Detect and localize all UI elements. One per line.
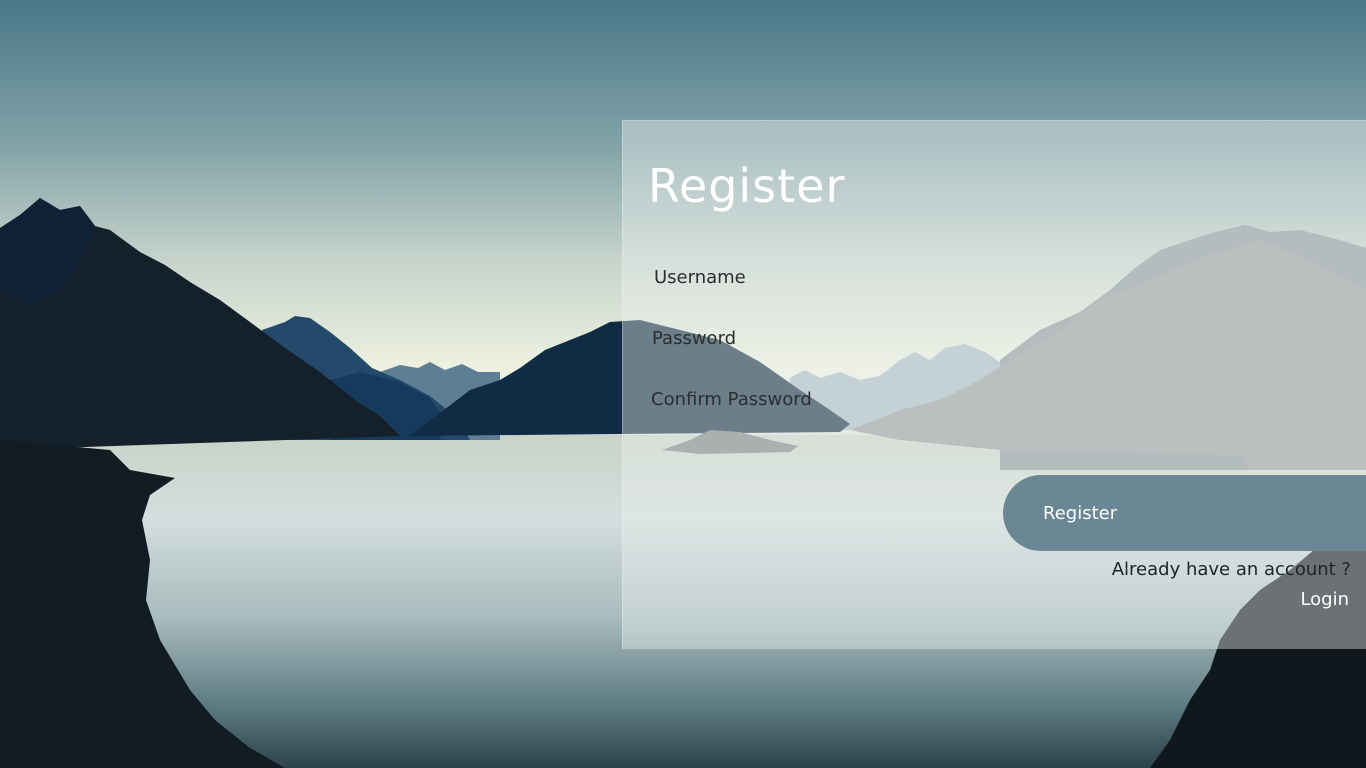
page-title: Register — [648, 159, 846, 213]
account-prompt-text: Already have an account ? — [1111, 559, 1351, 580]
register-page: Register Register Already have an accoun… — [0, 0, 1366, 768]
register-panel: Register Register Already have an accoun… — [622, 120, 1366, 649]
register-button[interactable]: Register — [1003, 475, 1366, 551]
username-input[interactable] — [651, 260, 1034, 294]
password-input[interactable] — [649, 321, 1032, 355]
confirm-password-input[interactable] — [648, 382, 1031, 416]
login-link[interactable]: Login — [1300, 589, 1349, 610]
